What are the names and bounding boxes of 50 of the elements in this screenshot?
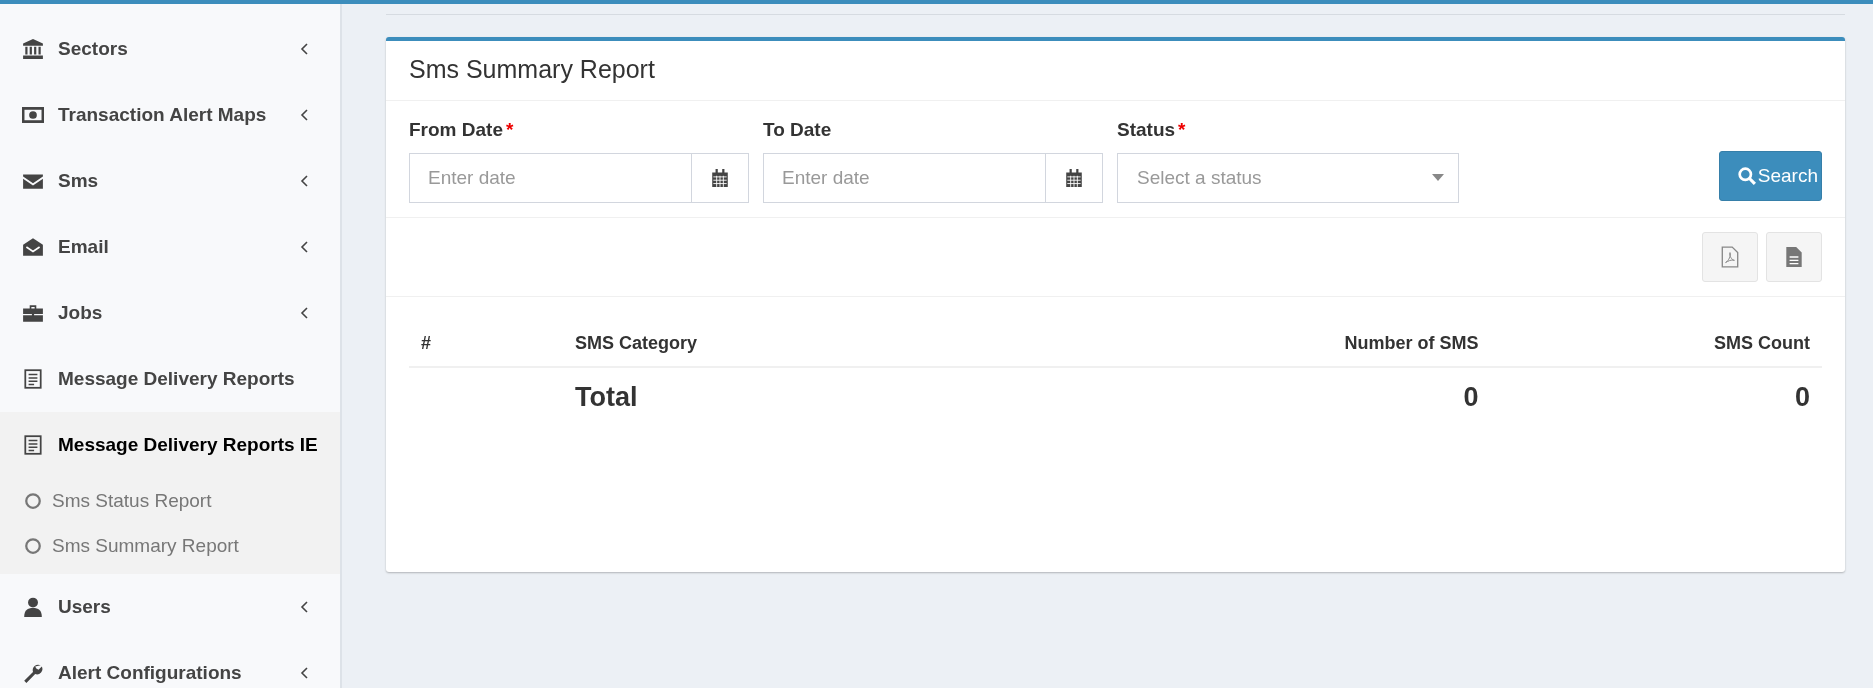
sidebar-item[interactable]: Alert Configurations bbox=[0, 640, 340, 688]
field-label: To Date bbox=[763, 119, 832, 140]
column-header: SMS Count bbox=[1714, 333, 1810, 353]
document-export-button[interactable] bbox=[1766, 232, 1822, 282]
chevron-icon bbox=[300, 306, 310, 320]
submenu-item[interactable]: Sms Summary Report bbox=[0, 523, 340, 568]
caret-icon bbox=[1432, 174, 1444, 182]
total-label: Total bbox=[575, 382, 638, 412]
required-mark: * bbox=[505, 119, 514, 140]
sidebar-item[interactable]: Transaction Alert Maps bbox=[0, 82, 340, 148]
calendar-icon bbox=[710, 168, 730, 188]
wrench-icon bbox=[22, 662, 44, 684]
briefcase-icon bbox=[22, 302, 44, 324]
sidebar-item[interactable]: Sectors bbox=[0, 16, 340, 82]
sidebar-item[interactable]: Message Delivery Reports bbox=[0, 346, 340, 412]
bank-icon bbox=[22, 38, 44, 60]
document-icon bbox=[1785, 246, 1803, 268]
money-icon bbox=[22, 104, 44, 126]
user-icon bbox=[22, 596, 44, 618]
submenu-item[interactable]: Sms Status Report bbox=[0, 478, 340, 523]
chevron-icon bbox=[300, 108, 310, 122]
chevron-icon bbox=[300, 42, 310, 56]
chevron-icon bbox=[300, 174, 310, 188]
list-icon bbox=[22, 434, 44, 456]
chevron-icon bbox=[300, 240, 310, 254]
search-button[interactable]: Search bbox=[1718, 151, 1822, 201]
sidebar-item[interactable]: Email bbox=[0, 214, 340, 280]
sidebar-item[interactable]: Message Delivery Reports IE bbox=[0, 412, 340, 478]
chevron-icon bbox=[300, 600, 310, 614]
total-cell: 0 bbox=[1463, 382, 1479, 412]
total-cell: 0 bbox=[1794, 382, 1810, 412]
pdf-export-button[interactable] bbox=[1702, 232, 1758, 282]
pdf-file-icon bbox=[1721, 246, 1739, 268]
card-title: Sms Summary Report bbox=[386, 41, 1845, 101]
column-header: Number of SMS bbox=[1344, 333, 1479, 353]
field-label: Status bbox=[1117, 119, 1176, 140]
column-header: SMS Category bbox=[575, 333, 698, 353]
chevron-icon bbox=[300, 666, 310, 680]
circle-icon bbox=[24, 491, 42, 510]
sidebar-item[interactable]: Sms bbox=[0, 148, 340, 214]
column-header: # bbox=[421, 333, 431, 353]
calendar-icon bbox=[1064, 168, 1084, 188]
sidebar-item[interactable]: Users bbox=[0, 574, 340, 640]
field-label: From Date bbox=[409, 119, 503, 140]
required-mark: * bbox=[1178, 119, 1186, 140]
list-icon bbox=[22, 368, 44, 390]
envelope-open-icon bbox=[22, 236, 44, 258]
sidebar-item[interactable]: Jobs bbox=[0, 280, 340, 346]
search-icon bbox=[1737, 167, 1756, 185]
circle-icon bbox=[24, 536, 42, 555]
